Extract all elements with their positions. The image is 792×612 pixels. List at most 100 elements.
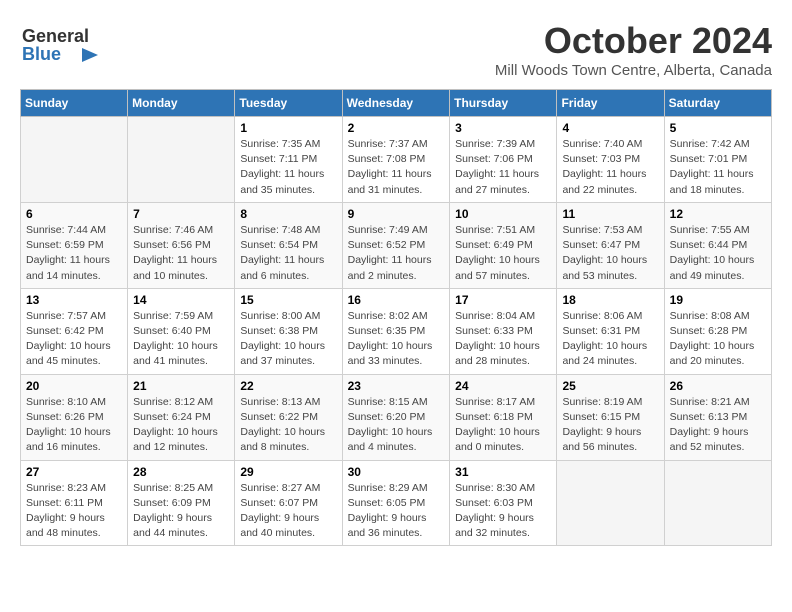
day-number: 7 (133, 207, 229, 221)
calendar-cell: 26 Sunrise: 8:21 AM Sunset: 6:13 PM Dayli… (664, 374, 771, 460)
day-detail: Sunrise: 7:49 AM Sunset: 6:52 PM Dayligh… (348, 223, 445, 284)
calendar-cell: 11Sunrise: 7:53 AM Sunset: 6:47 PM Dayli… (557, 202, 664, 288)
day-number: 9 (348, 207, 445, 221)
day-detail: Sunrise: 7:39 AM Sunset: 7:06 PM Dayligh… (455, 137, 551, 198)
weekday-header: Friday (557, 90, 664, 117)
calendar-cell: 27 Sunrise: 8:23 AM Sunset: 6:11 PM Dayli… (21, 460, 128, 546)
weekday-header: Sunday (21, 90, 128, 117)
day-detail: Sunrise: 8:25 AM Sunset: 6:09 PM Dayligh… (133, 481, 229, 542)
day-detail: Sunrise: 8:12 AM Sunset: 6:24 PM Dayligh… (133, 395, 229, 456)
calendar-cell: 8Sunrise: 7:48 AM Sunset: 6:54 PM Daylig… (235, 202, 342, 288)
calendar-cell (128, 117, 235, 203)
day-detail: Sunrise: 8:21 AM Sunset: 6:13 PM Dayligh… (670, 395, 766, 456)
weekday-header: Monday (128, 90, 235, 117)
day-detail: Sunrise: 7:37 AM Sunset: 7:08 PM Dayligh… (348, 137, 445, 198)
calendar-cell: 24Sunrise: 8:17 AM Sunset: 6:18 PM Dayli… (450, 374, 557, 460)
calendar-cell: 5Sunrise: 7:42 AM Sunset: 7:01 PM Daylig… (664, 117, 771, 203)
calendar-cell: 9 Sunrise: 7:49 AM Sunset: 6:52 PM Daylig… (342, 202, 450, 288)
day-detail: Sunrise: 7:57 AM Sunset: 6:42 PM Dayligh… (26, 309, 122, 370)
day-detail: Sunrise: 7:44 AM Sunset: 6:59 PM Dayligh… (26, 223, 122, 284)
calendar-cell: 12 Sunrise: 7:55 AM Sunset: 6:44 PM Dayli… (664, 202, 771, 288)
day-number: 6 (26, 207, 122, 221)
day-number: 17 (455, 293, 551, 307)
calendar-cell: 20Sunrise: 8:10 AM Sunset: 6:26 PM Dayli… (21, 374, 128, 460)
day-number: 3 (455, 121, 551, 135)
calendar-subtitle: Mill Woods Town Centre, Alberta, Canada (495, 62, 772, 79)
day-number: 15 (240, 293, 336, 307)
day-number: 4 (562, 121, 658, 135)
day-detail: Sunrise: 7:48 AM Sunset: 6:54 PM Dayligh… (240, 223, 336, 284)
day-number: 19 (670, 293, 766, 307)
calendar-week-row: 6 Sunrise: 7:44 AM Sunset: 6:59 PM Daylig… (21, 202, 772, 288)
calendar-cell: 6 Sunrise: 7:44 AM Sunset: 6:59 PM Daylig… (21, 202, 128, 288)
calendar-week-row: 1 Sunrise: 7:35 AM Sunset: 7:11 PM Daylig… (21, 117, 772, 203)
calendar-cell: 4 Sunrise: 7:40 AM Sunset: 7:03 PM Daylig… (557, 117, 664, 203)
calendar-header: SundayMondayTuesdayWednesdayThursdayFrid… (21, 90, 772, 117)
day-detail: Sunrise: 8:08 AM Sunset: 6:28 PM Dayligh… (670, 309, 766, 370)
day-detail: Sunrise: 8:19 AM Sunset: 6:15 PM Dayligh… (562, 395, 658, 456)
day-number: 30 (348, 465, 445, 479)
calendar-cell: 18 Sunrise: 8:06 AM Sunset: 6:31 PM Dayli… (557, 288, 664, 374)
calendar-cell: 15Sunrise: 8:00 AM Sunset: 6:38 PM Dayli… (235, 288, 342, 374)
calendar-cell: 21 Sunrise: 8:12 AM Sunset: 6:24 PM Dayli… (128, 374, 235, 460)
day-number: 12 (670, 207, 766, 221)
calendar-week-row: 13 Sunrise: 7:57 AM Sunset: 6:42 PM Dayli… (21, 288, 772, 374)
day-detail: Sunrise: 8:17 AM Sunset: 6:18 PM Dayligh… (455, 395, 551, 456)
day-number: 16 (348, 293, 445, 307)
calendar-table: SundayMondayTuesdayWednesdayThursdayFrid… (20, 89, 772, 546)
calendar-cell: 28 Sunrise: 8:25 AM Sunset: 6:09 PM Dayli… (128, 460, 235, 546)
day-number: 29 (240, 465, 336, 479)
calendar-week-row: 27 Sunrise: 8:23 AM Sunset: 6:11 PM Dayli… (21, 460, 772, 546)
day-detail: Sunrise: 7:46 AM Sunset: 6:56 PM Dayligh… (133, 223, 229, 284)
day-detail: Sunrise: 7:35 AM Sunset: 7:11 PM Dayligh… (240, 137, 336, 198)
calendar-cell: 25 Sunrise: 8:19 AM Sunset: 6:15 PM Dayli… (557, 374, 664, 460)
day-number: 2 (348, 121, 445, 135)
day-number: 27 (26, 465, 122, 479)
day-detail: Sunrise: 8:23 AM Sunset: 6:11 PM Dayligh… (26, 481, 122, 542)
calendar-cell: 31 Sunrise: 8:30 AM Sunset: 6:03 PM Dayli… (450, 460, 557, 546)
calendar-cell (21, 117, 128, 203)
day-number: 18 (562, 293, 658, 307)
calendar-title: October 2024 (495, 20, 772, 62)
day-number: 21 (133, 379, 229, 393)
day-number: 13 (26, 293, 122, 307)
calendar-cell: 30 Sunrise: 8:29 AM Sunset: 6:05 PM Dayli… (342, 460, 450, 546)
day-number: 25 (562, 379, 658, 393)
day-number: 20 (26, 379, 122, 393)
calendar-cell: 23Sunrise: 8:15 AM Sunset: 6:20 PM Dayli… (342, 374, 450, 460)
day-number: 26 (670, 379, 766, 393)
day-detail: Sunrise: 7:55 AM Sunset: 6:44 PM Dayligh… (670, 223, 766, 284)
day-detail: Sunrise: 8:27 AM Sunset: 6:07 PM Dayligh… (240, 481, 336, 542)
weekday-header: Thursday (450, 90, 557, 117)
calendar-cell: 14 Sunrise: 7:59 AM Sunset: 6:40 PM Dayli… (128, 288, 235, 374)
calendar-cell: 17Sunrise: 8:04 AM Sunset: 6:33 PM Dayli… (450, 288, 557, 374)
day-number: 10 (455, 207, 551, 221)
day-detail: Sunrise: 8:15 AM Sunset: 6:20 PM Dayligh… (348, 395, 445, 456)
day-detail: Sunrise: 7:42 AM Sunset: 7:01 PM Dayligh… (670, 137, 766, 198)
calendar-cell: 22Sunrise: 8:13 AM Sunset: 6:22 PM Dayli… (235, 374, 342, 460)
calendar-cell: 13 Sunrise: 7:57 AM Sunset: 6:42 PM Dayli… (21, 288, 128, 374)
day-detail: Sunrise: 7:59 AM Sunset: 6:40 PM Dayligh… (133, 309, 229, 370)
calendar-cell: 16Sunrise: 8:02 AM Sunset: 6:35 PM Dayli… (342, 288, 450, 374)
svg-text:General: General (22, 26, 89, 46)
day-detail: Sunrise: 8:30 AM Sunset: 6:03 PM Dayligh… (455, 481, 551, 542)
calendar-cell: 19 Sunrise: 8:08 AM Sunset: 6:28 PM Dayli… (664, 288, 771, 374)
calendar-week-row: 20Sunrise: 8:10 AM Sunset: 6:26 PM Dayli… (21, 374, 772, 460)
day-detail: Sunrise: 7:51 AM Sunset: 6:49 PM Dayligh… (455, 223, 551, 284)
day-number: 14 (133, 293, 229, 307)
day-detail: Sunrise: 8:29 AM Sunset: 6:05 PM Dayligh… (348, 481, 445, 542)
calendar-cell: 1 Sunrise: 7:35 AM Sunset: 7:11 PM Daylig… (235, 117, 342, 203)
calendar-cell: 2 Sunrise: 7:37 AM Sunset: 7:08 PM Daylig… (342, 117, 450, 203)
title-block: October 2024 Mill Woods Town Centre, Alb… (495, 20, 772, 79)
day-detail: Sunrise: 7:40 AM Sunset: 7:03 PM Dayligh… (562, 137, 658, 198)
calendar-cell (664, 460, 771, 546)
day-detail: Sunrise: 8:06 AM Sunset: 6:31 PM Dayligh… (562, 309, 658, 370)
day-detail: Sunrise: 8:13 AM Sunset: 6:22 PM Dayligh… (240, 395, 336, 456)
day-number: 31 (455, 465, 551, 479)
day-number: 28 (133, 465, 229, 479)
weekday-header: Tuesday (235, 90, 342, 117)
calendar-cell: 7 Sunrise: 7:46 AM Sunset: 6:56 PM Daylig… (128, 202, 235, 288)
day-number: 1 (240, 121, 336, 135)
calendar-body: 1 Sunrise: 7:35 AM Sunset: 7:11 PM Daylig… (21, 117, 772, 546)
day-detail: Sunrise: 7:53 AM Sunset: 6:47 PM Dayligh… (562, 223, 658, 284)
